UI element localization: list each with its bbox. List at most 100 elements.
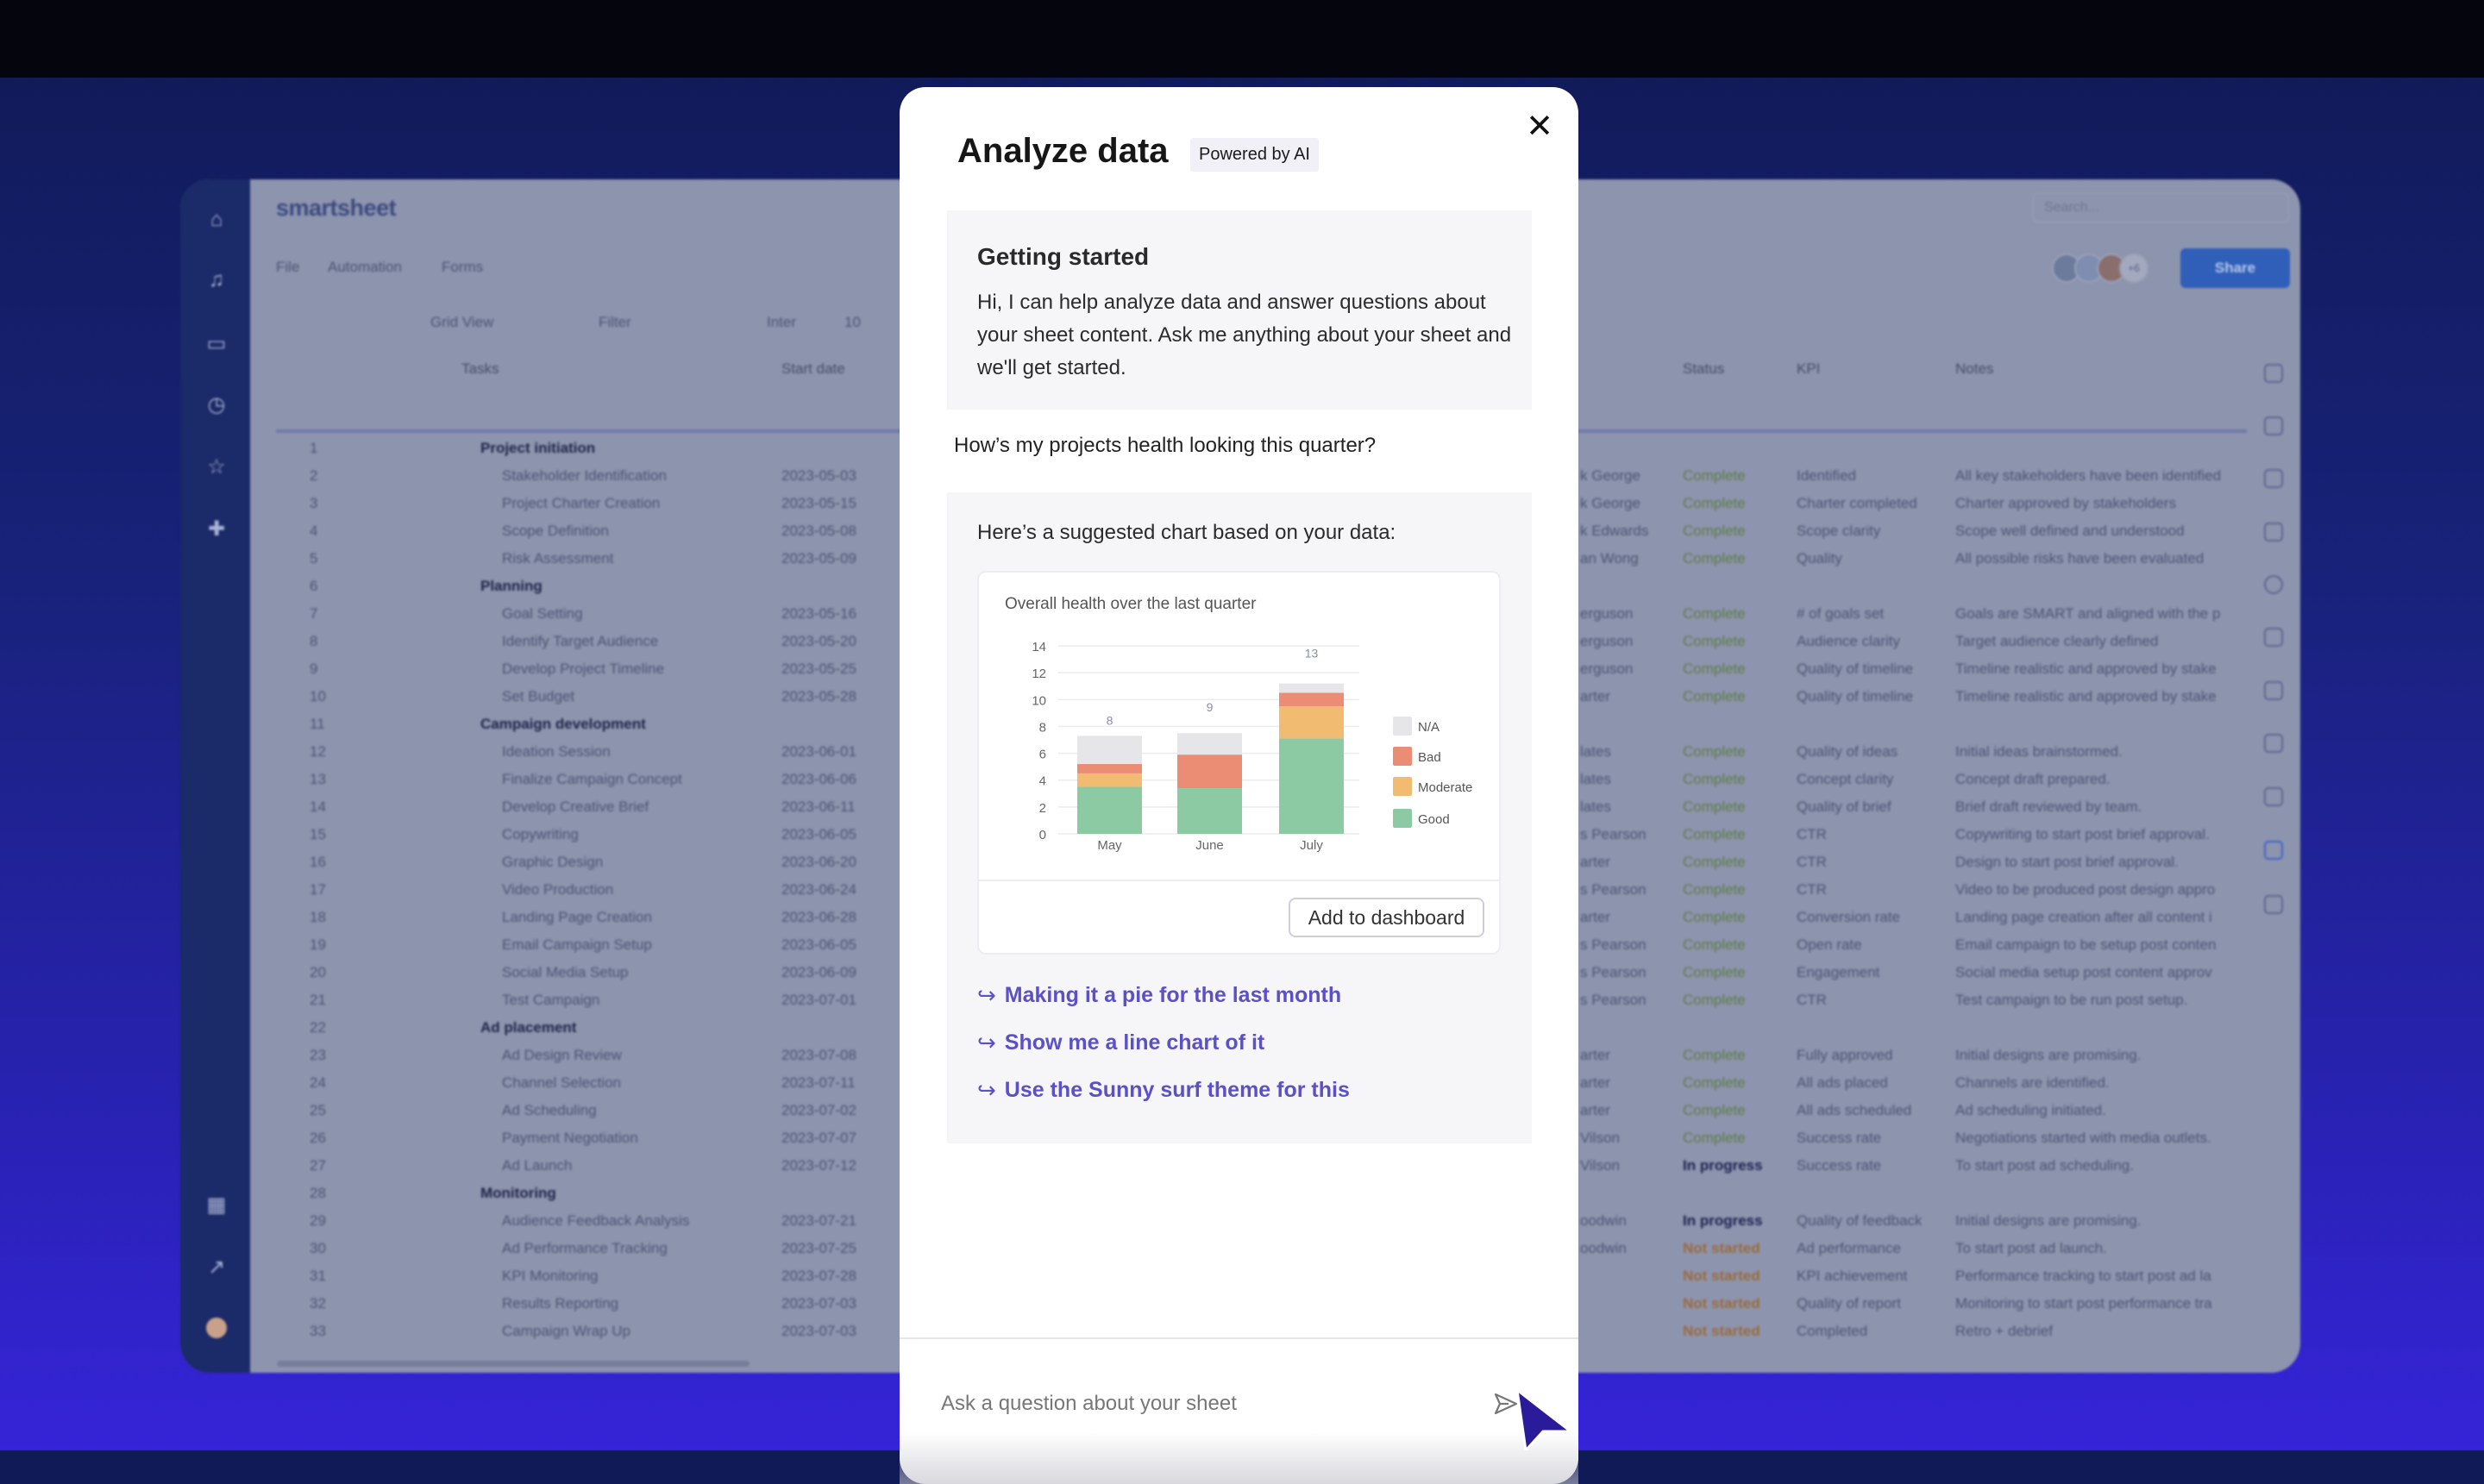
- row-start-date[interactable]: 2023-06-06: [781, 771, 856, 788]
- row-kpi[interactable]: Scope clarity: [1797, 523, 1880, 540]
- row-notes[interactable]: Test campaign to be run post setup.: [1955, 992, 2244, 1009]
- row-start-date[interactable]: 2023-05-09: [781, 550, 856, 567]
- ai-sparkle-icon[interactable]: [2264, 895, 2283, 914]
- row-number[interactable]: 1: [310, 440, 317, 457]
- row-status[interactable]: Complete: [1683, 771, 1746, 788]
- row-status[interactable]: Not started: [1683, 1295, 1760, 1312]
- row-status[interactable]: Not started: [1683, 1268, 1760, 1285]
- row-notes[interactable]: Ad scheduling initiated.: [1955, 1102, 2244, 1119]
- row-number[interactable]: 22: [310, 1019, 326, 1036]
- suggestion-pie-chart[interactable]: ↪ Making it a pie for the last month: [977, 982, 1341, 1009]
- ask-question-input[interactable]: [941, 1385, 1476, 1423]
- row-start-date[interactable]: 2023-06-09: [781, 964, 856, 981]
- filter-dropdown[interactable]: Filter: [599, 314, 631, 331]
- attachments-icon[interactable]: [2264, 416, 2283, 435]
- row-task[interactable]: Ad Design Review: [502, 1047, 622, 1064]
- collaborators-more[interactable]: +6: [2119, 254, 2148, 283]
- row-assignee[interactable]: k Edwards: [1580, 523, 1648, 540]
- row-task[interactable]: Identify Target Audience: [502, 633, 658, 650]
- row-notes[interactable]: Design to start post brief approval.: [1955, 854, 2244, 871]
- row-assignee[interactable]: erguson: [1580, 633, 1633, 650]
- row-number[interactable]: 30: [310, 1240, 326, 1257]
- row-assignee[interactable]: Vilson: [1580, 1130, 1620, 1147]
- clock-icon[interactable]: ◷: [206, 395, 227, 416]
- group-row-task[interactable]: Planning: [480, 578, 543, 595]
- add-to-dashboard-button[interactable]: Add to dashboard: [1289, 898, 1484, 937]
- row-task[interactable]: KPI Monitoring: [502, 1268, 599, 1285]
- row-start-date[interactable]: 2023-07-07: [781, 1130, 856, 1147]
- row-task[interactable]: Project Charter Creation: [502, 495, 660, 512]
- row-kpi[interactable]: Success rate: [1797, 1130, 1881, 1147]
- row-kpi[interactable]: All ads placed: [1797, 1074, 1888, 1092]
- row-start-date[interactable]: 2023-05-25: [781, 661, 856, 678]
- row-kpi[interactable]: Quality of timeline: [1797, 661, 1913, 678]
- row-number[interactable]: 20: [310, 964, 326, 981]
- group-row-task[interactable]: Campaign development: [480, 716, 646, 733]
- row-status[interactable]: Complete: [1683, 550, 1746, 567]
- row-start-date[interactable]: 2023-07-25: [781, 1240, 856, 1257]
- row-status[interactable]: Complete: [1683, 1130, 1746, 1147]
- row-notes[interactable]: Concept draft prepared.: [1955, 771, 2244, 788]
- row-notes[interactable]: Charter approved by stakeholders: [1955, 495, 2244, 512]
- summary-icon[interactable]: [2264, 575, 2283, 594]
- row-number[interactable]: 5: [310, 550, 317, 567]
- row-start-date[interactable]: 2023-05-03: [781, 467, 856, 485]
- row-start-date[interactable]: 2023-05-20: [781, 633, 856, 650]
- row-number[interactable]: 12: [310, 743, 326, 761]
- row-task[interactable]: Payment Negotiation: [502, 1130, 638, 1147]
- row-kpi[interactable]: Conversion rate: [1797, 909, 1900, 926]
- row-start-date[interactable]: 2023-07-02: [781, 1102, 856, 1119]
- row-kpi[interactable]: Quality of timeline: [1797, 688, 1913, 705]
- row-kpi[interactable]: Identified: [1797, 467, 1856, 485]
- row-task[interactable]: Ad Scheduling: [502, 1102, 597, 1119]
- row-notes[interactable]: Scope well defined and understood: [1955, 523, 2244, 540]
- bell-icon[interactable]: ♫: [206, 270, 227, 291]
- row-number[interactable]: 24: [310, 1074, 326, 1092]
- row-notes[interactable]: Target audience clearly defined: [1955, 633, 2244, 650]
- menu-automation[interactable]: Automation: [328, 259, 402, 276]
- row-kpi[interactable]: Success rate: [1797, 1157, 1881, 1174]
- row-task[interactable]: Risk Assessment: [502, 550, 613, 567]
- row-kpi[interactable]: All ads scheduled: [1797, 1102, 1911, 1119]
- row-number[interactable]: 14: [310, 798, 326, 816]
- row-status[interactable]: Complete: [1683, 661, 1746, 678]
- row-start-date[interactable]: 2023-07-28: [781, 1268, 856, 1285]
- row-number[interactable]: 26: [310, 1130, 326, 1147]
- row-status[interactable]: In progress: [1683, 1157, 1763, 1174]
- row-task[interactable]: Video Production: [502, 881, 613, 899]
- row-kpi[interactable]: Fully approved: [1797, 1047, 1893, 1064]
- row-start-date[interactable]: 2023-05-16: [781, 605, 856, 623]
- row-task[interactable]: Develop Project Timeline: [502, 661, 664, 678]
- row-kpi[interactable]: # of goals set: [1797, 605, 1884, 623]
- row-number[interactable]: 3: [310, 495, 317, 512]
- row-task[interactable]: Audience Feedback Analysis: [502, 1212, 689, 1230]
- row-assignee[interactable]: Vilson: [1580, 1157, 1620, 1174]
- flag-icon[interactable]: [2264, 734, 2283, 753]
- row-notes[interactable]: Negotiations started with media outlets.: [1955, 1130, 2244, 1147]
- row-kpi[interactable]: CTR: [1797, 881, 1827, 899]
- row-start-date[interactable]: 2023-07-12: [781, 1157, 856, 1174]
- row-notes[interactable]: Copywriting to start post brief approval…: [1955, 826, 2244, 843]
- row-task[interactable]: Results Reporting: [502, 1295, 618, 1312]
- row-task[interactable]: Develop Creative Brief: [502, 798, 649, 816]
- row-status[interactable]: Complete: [1683, 1102, 1746, 1119]
- row-kpi[interactable]: CTR: [1797, 826, 1827, 843]
- column-header-start[interactable]: Start date: [781, 360, 845, 378]
- close-icon[interactable]: ✕: [1522, 110, 1557, 144]
- row-notes[interactable]: To start post ad launch.: [1955, 1240, 2244, 1257]
- activity-icon[interactable]: [2264, 469, 2283, 488]
- row-task[interactable]: Graphic Design: [502, 854, 603, 871]
- row-status[interactable]: Complete: [1683, 467, 1746, 485]
- row-start-date[interactable]: 2023-05-28: [781, 688, 856, 705]
- row-number[interactable]: 16: [310, 854, 326, 871]
- row-number[interactable]: 10: [310, 688, 326, 705]
- apps-grid-icon[interactable]: ▦: [206, 1195, 227, 1216]
- image-icon[interactable]: [2264, 681, 2283, 700]
- row-start-date[interactable]: 2023-05-08: [781, 523, 856, 540]
- row-task[interactable]: Ideation Session: [502, 743, 611, 761]
- row-kpi[interactable]: Completed: [1797, 1323, 1867, 1340]
- grid-view-dropdown[interactable]: Grid View: [430, 314, 493, 331]
- row-task[interactable]: Test Campaign: [502, 992, 599, 1009]
- row-number[interactable]: 27: [310, 1157, 326, 1174]
- row-number[interactable]: 4: [310, 523, 317, 540]
